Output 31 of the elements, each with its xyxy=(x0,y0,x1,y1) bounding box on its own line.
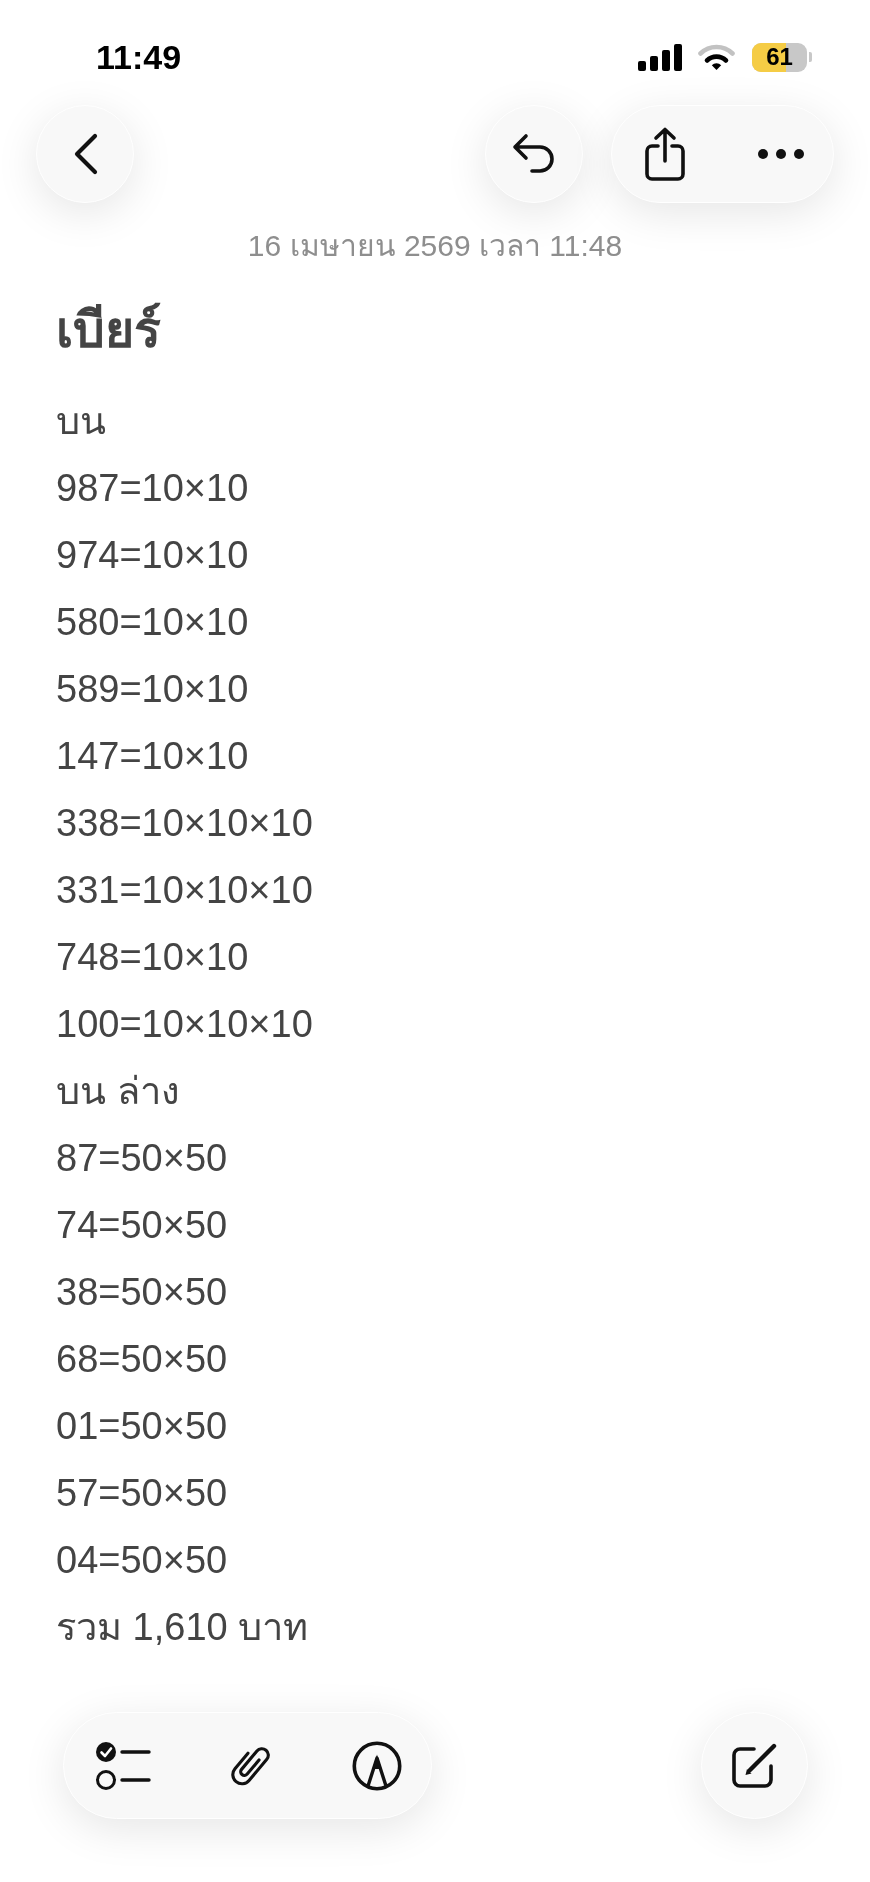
note-line: 580=10×10 xyxy=(56,600,249,645)
note-title: เบียร์ xyxy=(56,301,161,360)
note-line: 38=50×50 xyxy=(56,1270,228,1315)
note-line: 748=10×10 xyxy=(56,935,249,980)
note-line: 147=10×10 xyxy=(56,734,249,779)
pen-in-circle-icon xyxy=(352,1740,402,1791)
share-icon xyxy=(643,127,687,181)
ellipsis-icon xyxy=(758,149,804,159)
note-line: 74=50×50 xyxy=(56,1203,228,1248)
battery-percentage: 61 xyxy=(766,45,793,69)
status-time: 11:49 xyxy=(96,40,182,74)
note-line: 68=50×50 xyxy=(56,1337,228,1382)
square-pencil-icon xyxy=(730,1742,779,1789)
checklist-icon xyxy=(95,1740,151,1791)
note-line: 100=10×10×10 xyxy=(56,1002,313,1047)
signal-icon xyxy=(638,43,682,71)
note-line: 331=10×10×10 xyxy=(56,868,313,913)
note-line: บน ล่าง xyxy=(56,1069,180,1114)
note-line: 338=10×10×10 xyxy=(56,801,313,846)
note-date: 16 เมษายน 2569 เวลา 11:48 xyxy=(247,228,623,264)
note-line: รวม 1,610 บาท xyxy=(56,1605,309,1650)
note-line: 87=50×50 xyxy=(56,1136,228,1181)
note-line: 04=50×50 xyxy=(56,1538,228,1583)
note-line: 01=50×50 xyxy=(56,1404,228,1449)
note-line: 589=10×10 xyxy=(56,667,249,712)
note-line: 57=50×50 xyxy=(56,1471,228,1516)
note-line: บน xyxy=(56,399,106,444)
note-line: 987=10×10 xyxy=(56,466,249,511)
wifi-icon xyxy=(698,44,735,70)
chevron-left-icon xyxy=(72,133,98,175)
note-line: 974=10×10 xyxy=(56,533,249,578)
